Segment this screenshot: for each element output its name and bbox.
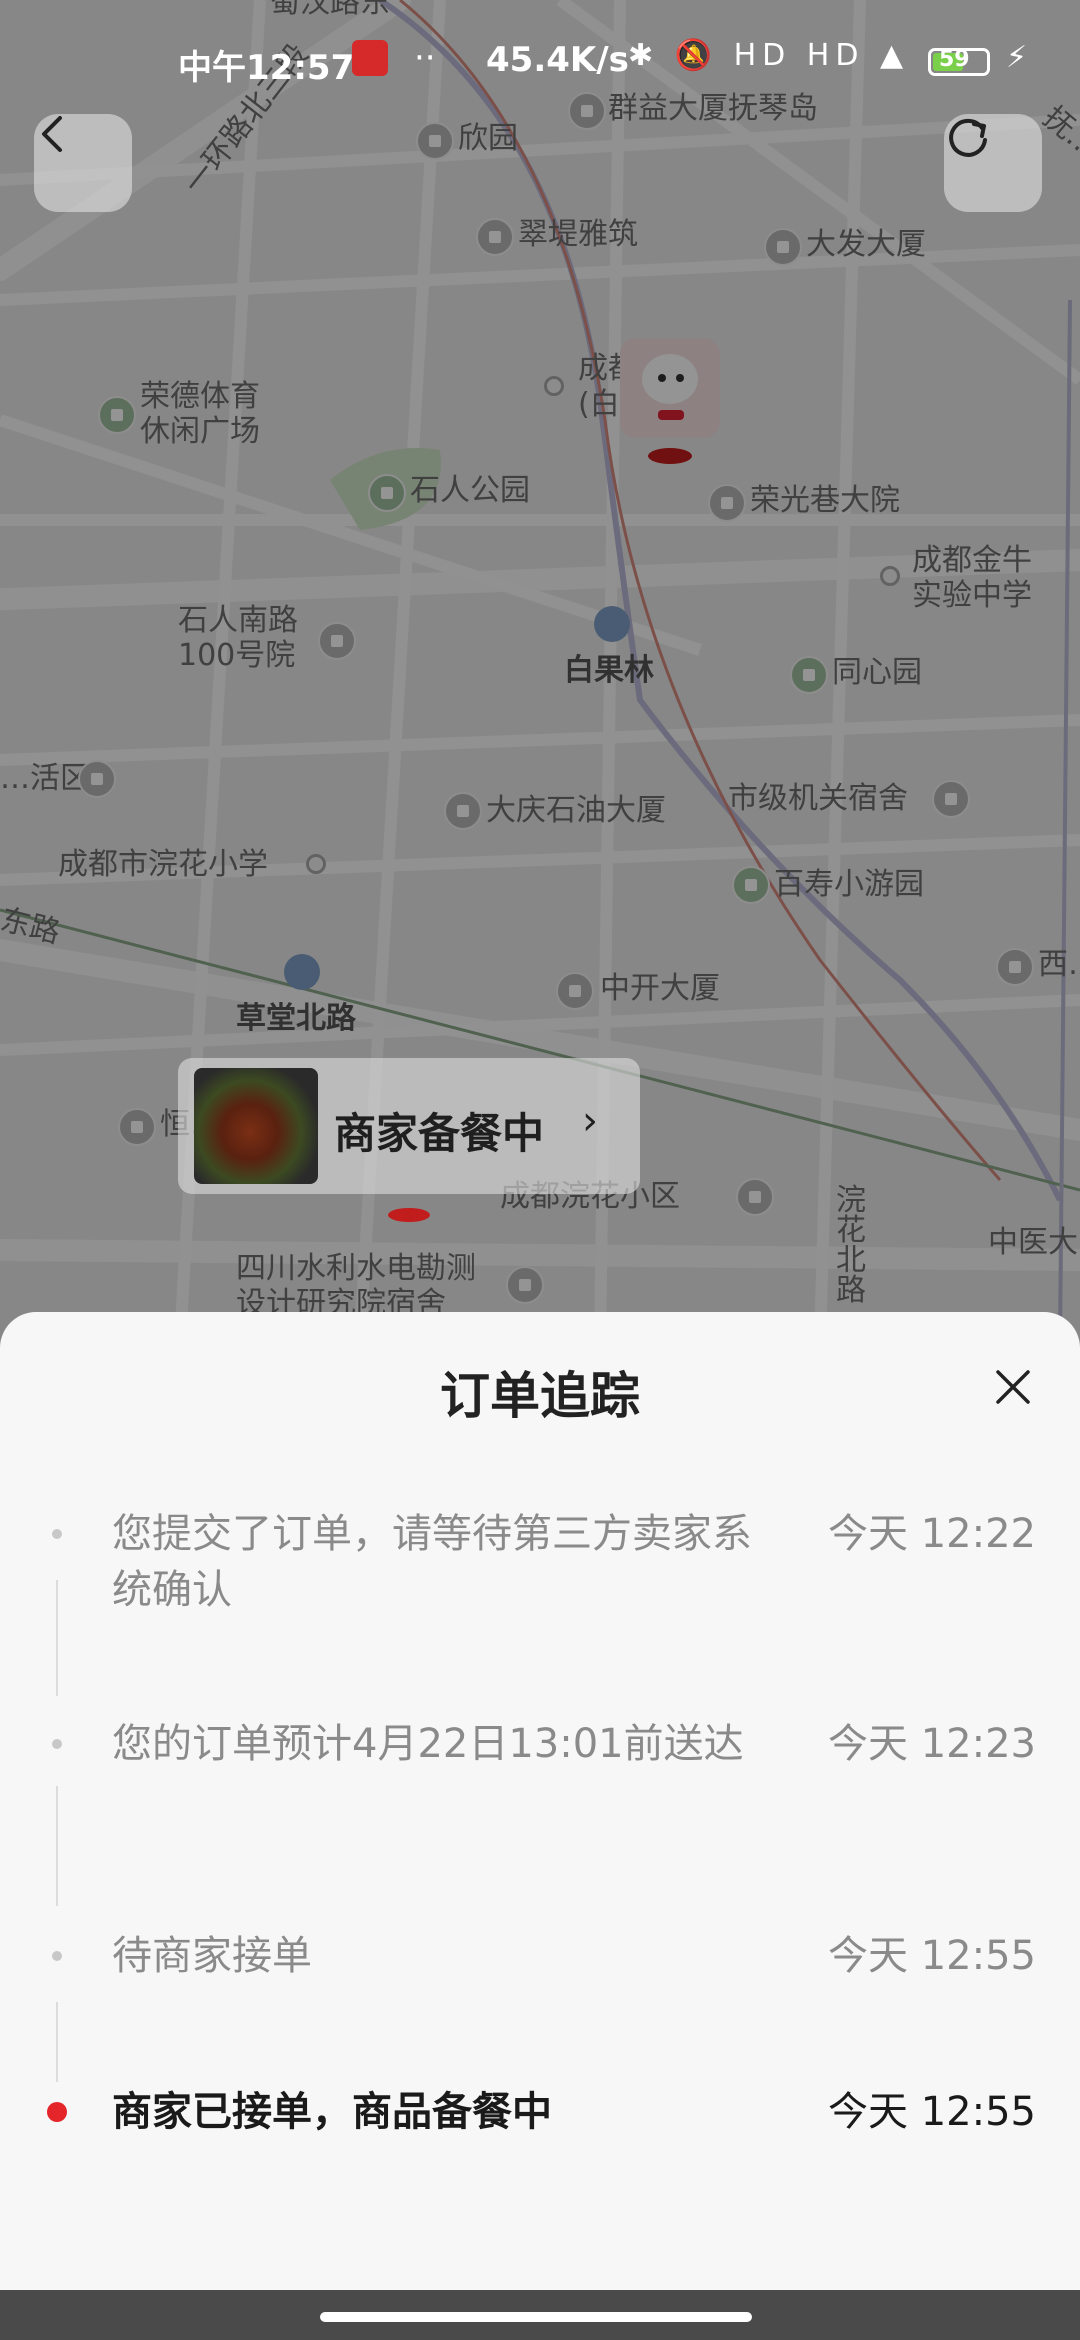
order-tracking-sheet: 订单追踪 您提交了订单，请等待第三方卖家系统确认 今天 12:22 您的订单预计… [0,1312,1080,2340]
event-text: 您提交了订单，请等待第三方卖家系统确认 [112,1511,752,1613]
event-text: 待商家接单 [112,1933,312,1979]
shop-status-label: 商家备餐中 [334,1109,545,1158]
event-time: 今天 12:55 [828,1933,1036,1979]
app-notification-icon [352,40,388,76]
refresh-icon [949,118,987,157]
event-time: 今天 12:22 [828,1511,1036,1557]
chevron-right-icon: › [582,1098,598,1144]
timeline-connector [56,1580,58,1696]
signal-icons: ✱ 🔕 HD HD ▲ [628,38,910,73]
delivery-map[interactable]: 蜀汉路东 一环路北三段 群益大厦抚琴岛 欣园 翠堤雅筑 大发大厦 成都…中 (白… [0,0,1080,1340]
status-bar: 中午12:57 ·· 45.4K/s ✱ 🔕 HD HD ▲ 59 ⚡ [0,30,1080,90]
timeline-connector [56,2002,58,2082]
event-time: 今天 12:55 [828,2089,1036,2135]
timeline-connector [56,1786,58,1906]
timeline-dot [52,1529,62,1539]
event-text: 商家已接单，商品备餐中 [112,2089,552,2135]
shop-status-card[interactable]: 商家备餐中 › [178,1058,640,1194]
sheet-title: 订单追踪 [440,1367,640,1425]
battery-icon: 59 [928,47,990,76]
close-icon[interactable] [990,1364,1036,1410]
battery-level: 59 [939,47,970,72]
more-notifications-icon: ·· [414,38,436,78]
refresh-button[interactable] [944,114,1042,212]
event-time: 今天 12:23 [828,1721,1036,1767]
event-text: 您的订单预计4月22日13:01前送达 [112,1721,744,1767]
timeline-active-dot [47,2102,67,2122]
shop-location-pin [388,1208,430,1222]
timeline-dot [52,1951,62,1961]
system-navigation-bar [0,2290,1080,2340]
food-thumbnail [194,1068,318,1184]
status-time: 中午12:57 [178,48,355,88]
network-speed: 45.4K/s [486,40,629,80]
charging-icon: ⚡ [1006,40,1028,75]
back-button[interactable] [34,114,132,212]
timeline-dot [52,1739,62,1749]
back-arrow-icon [42,116,62,152]
home-gesture-handle[interactable] [320,2312,752,2322]
